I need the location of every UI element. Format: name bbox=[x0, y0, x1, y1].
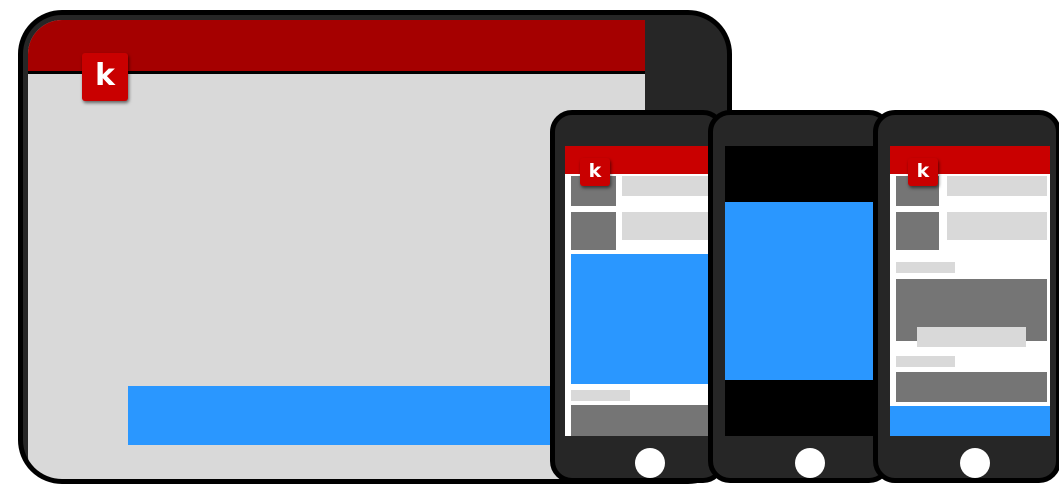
content-placeholder bbox=[571, 405, 710, 436]
phone-ad-banner bbox=[890, 406, 1050, 436]
caption-placeholder bbox=[917, 327, 1026, 347]
text-placeholder bbox=[622, 212, 710, 240]
home-button[interactable] bbox=[795, 448, 825, 478]
phone-logo: k bbox=[908, 158, 938, 186]
phone-device-2 bbox=[708, 110, 891, 483]
text-placeholder bbox=[947, 176, 1047, 196]
phone-screen-1: k bbox=[565, 146, 710, 436]
phone-device-3: k bbox=[873, 110, 1059, 483]
thumbnail-placeholder bbox=[896, 212, 939, 250]
text-placeholder bbox=[896, 356, 955, 367]
thumbnail-placeholder bbox=[571, 212, 616, 250]
content-placeholder bbox=[896, 372, 1047, 402]
home-button[interactable] bbox=[960, 448, 990, 478]
phone-ad-banner bbox=[571, 254, 710, 384]
tablet-logo: k bbox=[82, 53, 128, 101]
text-placeholder bbox=[622, 176, 710, 196]
fullscreen-ad bbox=[725, 202, 874, 380]
text-placeholder bbox=[896, 262, 955, 273]
home-button[interactable] bbox=[635, 448, 665, 478]
phone-device-1: k bbox=[550, 110, 725, 483]
text-placeholder bbox=[947, 212, 1047, 240]
phone-screen-3: k bbox=[890, 146, 1050, 436]
text-placeholder bbox=[571, 390, 630, 401]
phone-screen-2 bbox=[725, 146, 874, 436]
phone-logo: k bbox=[580, 158, 610, 186]
